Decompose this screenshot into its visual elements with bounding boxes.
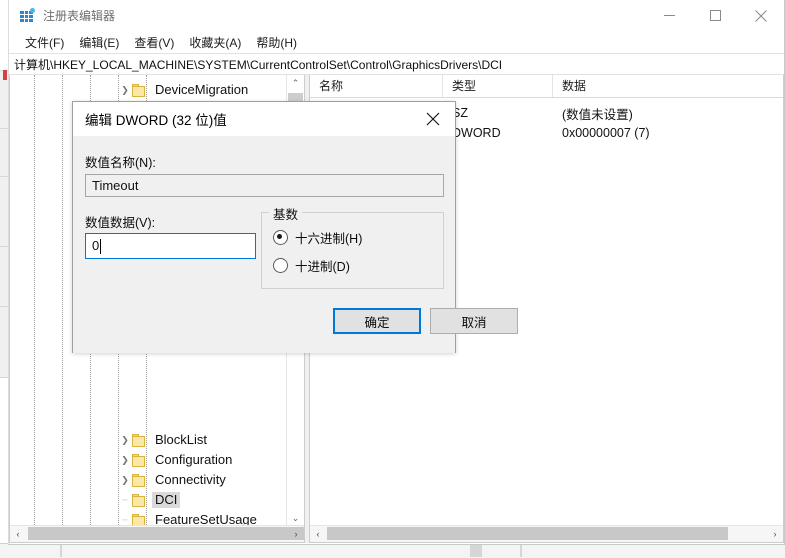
base-group-box [261, 212, 444, 289]
column-header-name[interactable]: 名称 [310, 75, 443, 97]
tree-horizontal-scrollbar[interactable]: ‹ › [10, 525, 304, 542]
menu-item-favorites[interactable]: 收藏夹(A) [182, 32, 249, 53]
menu-item-view[interactable]: 查看(V) [127, 32, 182, 53]
tree-item-configuration[interactable]: ❯ Configuration [118, 450, 235, 470]
chevron-right-icon[interactable]: ❯ [118, 455, 132, 466]
folder-icon [132, 493, 147, 507]
dialog-close-button[interactable] [411, 102, 455, 136]
scroll-right-icon[interactable]: › [767, 526, 783, 541]
tree-item-label: Configuration [155, 452, 233, 467]
radio-hexadecimal[interactable]: 十六进制(H) [273, 228, 362, 247]
menu-item-file[interactable]: 文件(F) [18, 32, 72, 53]
text-caret [100, 238, 102, 254]
registry-icon [19, 7, 35, 24]
address-path-text: 计算机\HKEY_LOCAL_MACHINE\SYSTEM\CurrentCon… [14, 57, 503, 72]
scroll-left-icon[interactable]: ‹ [310, 526, 326, 541]
column-header-data[interactable]: 数据 [553, 75, 783, 97]
value-data-label: 数值数据(V): [85, 216, 156, 230]
tree-item-devicemigration[interactable]: ❯ DeviceMigration [118, 80, 251, 100]
chevron-right-icon[interactable]: ❯ [118, 435, 132, 446]
values-horizontal-scrollbar[interactable]: ‹ › [310, 525, 783, 542]
background-tick [520, 545, 522, 557]
values-column-header: 名称 类型 数据 [310, 75, 783, 98]
background-tick [60, 545, 62, 557]
background-red-marker [3, 70, 7, 80]
scroll-right-icon[interactable]: › [288, 526, 304, 541]
value-name-input[interactable]: Timeout [85, 174, 444, 197]
radio-label: 十进制(D) [295, 260, 350, 274]
tree-item-label: DCI [152, 492, 181, 508]
scroll-up-icon[interactable]: ⌃ [287, 75, 304, 92]
value-type-cell: SZ [452, 106, 468, 120]
tree-guide-dots: ┈ [122, 494, 128, 505]
edit-dword-dialog: 编辑 DWORD (32 位)值 数值名称(N): Timeout 数值数据(V… [72, 101, 518, 353]
window-title: 注册表编辑器 [43, 9, 116, 23]
base-group-label: 基数 [269, 204, 303, 223]
tree-item-label: BlockList [155, 432, 208, 447]
cancel-button[interactable]: 取消 [430, 308, 518, 334]
radio-selected-icon[interactable] [273, 230, 288, 245]
chevron-right-icon[interactable]: ❯ [118, 85, 132, 96]
tree-item-blocklist[interactable]: ❯ BlockList [118, 430, 210, 450]
folder-icon [132, 453, 147, 467]
tree-item-connectivity[interactable]: ❯ Connectivity [118, 470, 229, 490]
dialog-title-bar: 编辑 DWORD (32 位)值 [73, 102, 455, 136]
scrollbar-thumb[interactable] [28, 527, 304, 540]
address-bar[interactable]: 计算机\HKEY_LOCAL_MACHINE\SYSTEM\CurrentCon… [9, 53, 784, 75]
value-name-label: 数值名称(N): [85, 156, 156, 170]
ok-button[interactable]: 确定 [333, 308, 421, 334]
window-title-bar: 注册表编辑器 [9, 0, 784, 31]
dialog-body: 数值名称(N): Timeout 数值数据(V): 0 基数 十六进制(H) 十… [73, 136, 518, 353]
value-data-text: 0 [92, 238, 100, 253]
folder-icon [132, 473, 147, 487]
tree-item-label: Connectivity [155, 472, 226, 487]
menu-bar: 文件(F) 编辑(E) 查看(V) 收藏夹(A) 帮助(H) [9, 31, 784, 53]
value-data-input[interactable]: 0 [85, 233, 256, 259]
radio-unselected-icon[interactable] [273, 258, 288, 273]
value-data-cell: 0x00000007 (7) [562, 126, 650, 140]
background-tick [470, 545, 482, 557]
dialog-title: 编辑 DWORD (32 位)值 [85, 113, 227, 128]
tree-item-label: DeviceMigration [155, 82, 249, 97]
scrollbar-thumb[interactable] [327, 527, 728, 540]
value-type-cell: DWORD [452, 126, 501, 140]
background-taskbar-strip [0, 543, 785, 558]
radio-decimal[interactable]: 十进制(D) [273, 256, 350, 275]
folder-icon [132, 83, 147, 97]
maximize-button[interactable] [692, 0, 738, 31]
folder-icon [132, 433, 147, 447]
column-header-type[interactable]: 类型 [443, 75, 553, 97]
minimize-button[interactable] [646, 0, 692, 31]
tree-item-dci[interactable]: ┈ DCI [118, 490, 181, 510]
radio-label: 十六进制(H) [295, 232, 363, 246]
tree-guide-dots: ┈ [122, 514, 128, 525]
chevron-right-icon[interactable]: ❯ [118, 475, 132, 486]
menu-item-edit[interactable]: 编辑(E) [72, 32, 127, 53]
menu-item-help[interactable]: 帮助(H) [249, 32, 305, 53]
scroll-left-icon[interactable]: ‹ [10, 526, 26, 541]
value-data-cell: (数值未设置) [562, 107, 633, 122]
close-button[interactable] [738, 0, 784, 31]
